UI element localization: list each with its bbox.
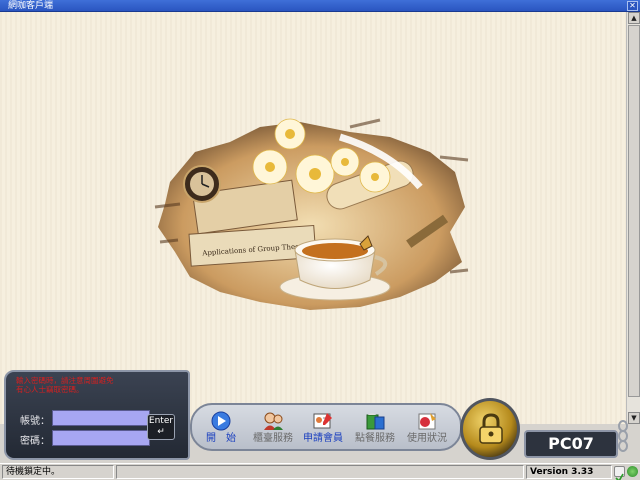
usage-status-button[interactable]: 使用狀況 (402, 411, 452, 451)
password-label: 密碼： (20, 436, 50, 447)
warning-line-2: 有心人士竊取密碼。 (16, 385, 84, 394)
padlock-icon (479, 413, 503, 444)
version-label: Version 3.33 (526, 465, 612, 479)
member-apply-button[interactable]: 申請會員 (298, 411, 348, 451)
lock-button[interactable] (460, 398, 520, 460)
counter-service-button[interactable]: 櫃臺服務 (248, 411, 298, 451)
account-input[interactable] (52, 410, 150, 426)
scroll-up-button[interactable]: ▲ (628, 12, 640, 24)
password-input[interactable] (52, 430, 150, 446)
title-bar: 網咖客戶端 ✕ (0, 0, 640, 12)
wallpaper-painting: Applications of Group Theory (154, 118, 469, 310)
enter-arrow-icon: ↵ (157, 427, 165, 437)
warning-line-1: 輸入密碼時，請注意周圍避免 (16, 376, 114, 385)
status-message: 待機鎖定中。 (2, 465, 114, 479)
enter-label: Enter (148, 416, 174, 426)
start-button[interactable]: 開 始 (196, 411, 246, 451)
network-status-icon (627, 466, 638, 477)
usage-status-label: 使用狀況 (407, 433, 447, 444)
order-food-label: 點餐服務 (355, 433, 395, 444)
enter-button[interactable]: Enter ↵ (147, 414, 175, 440)
member-apply-icon (313, 413, 332, 429)
order-food-button[interactable]: 點餐服務 (350, 411, 400, 451)
usage-status-icon (418, 413, 436, 430)
vertical-scrollbar[interactable]: ▲ ▼ (626, 12, 640, 424)
chain-icon (618, 420, 628, 452)
start-label: 開 始 (206, 433, 236, 444)
order-food-icon (366, 413, 385, 430)
play-icon (211, 411, 231, 431)
shield-check-icon (614, 466, 625, 480)
station-name: PC07 (524, 430, 618, 458)
account-label: 帳號： (20, 416, 50, 427)
window-title: 網咖客戶端 (8, 1, 54, 11)
status-bar: 待機鎖定中。 Version 3.33 (0, 463, 640, 480)
member-apply-label: 申請會員 (303, 433, 343, 444)
password-warning: 輸入密碼時，請注意周圍避免 有心人士竊取密碼。 (16, 376, 186, 394)
command-bar: 開 始 櫃臺服務 申請會員 點餐服務 使用狀況 (190, 403, 462, 451)
counter-service-label: 櫃臺服務 (253, 433, 293, 444)
counter-service-icon (264, 412, 283, 430)
close-button[interactable]: ✕ (627, 1, 638, 11)
status-pane-blank (116, 465, 524, 479)
scroll-thumb[interactable] (628, 25, 640, 397)
